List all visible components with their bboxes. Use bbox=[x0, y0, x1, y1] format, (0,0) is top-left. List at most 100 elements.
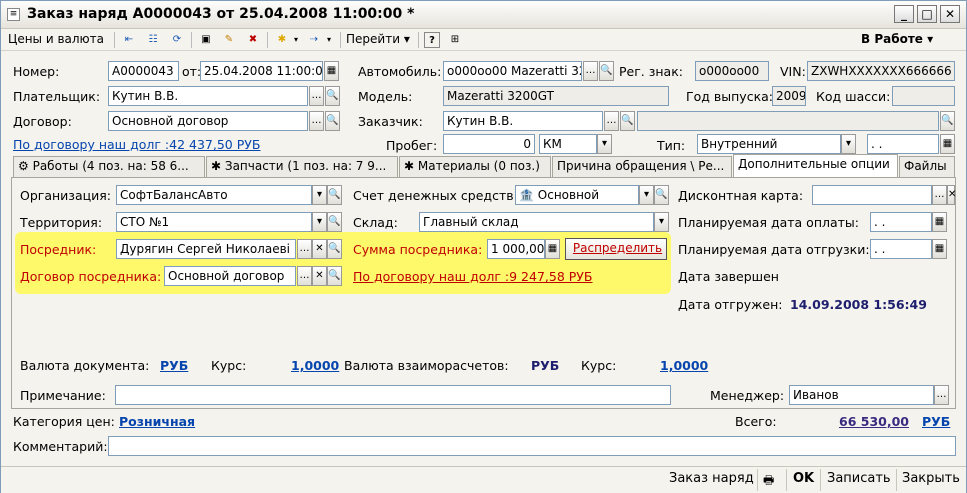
post-icon[interactable]: ✎ bbox=[221, 32, 237, 48]
help-icon[interactable]: ? bbox=[424, 32, 440, 48]
chevron-down-icon[interactable]: ▾ bbox=[841, 134, 856, 154]
search-icon[interactable]: 🔍 bbox=[654, 185, 669, 205]
calendar-icon[interactable]: ▦ bbox=[932, 212, 947, 232]
tab-reason[interactable]: Причина обращения \ Ре... bbox=[552, 156, 732, 177]
tab-materials[interactable]: ✱ Материалы (0 поз.) bbox=[399, 156, 551, 177]
type-select[interactable]: Внутренний bbox=[697, 134, 841, 154]
doc-currency-link[interactable]: РУБ bbox=[160, 358, 188, 373]
select-ellipsis-icon[interactable]: … bbox=[297, 266, 312, 286]
mediator-sum-label: Сумма посредника: bbox=[353, 242, 483, 257]
territory-field[interactable]: СТО №1 bbox=[116, 212, 312, 232]
mediator-sum-field[interactable]: 1 000,00 bbox=[487, 239, 545, 259]
based-on-icon[interactable]: ⇢ bbox=[306, 32, 322, 48]
contract-field[interactable]: Основной договор bbox=[108, 111, 308, 131]
chevron-down-icon[interactable]: ▾ bbox=[321, 32, 337, 48]
search-icon[interactable]: 🔍 bbox=[620, 111, 635, 131]
maximize-button[interactable]: □ bbox=[917, 5, 937, 23]
select-ellipsis-icon[interactable]: … bbox=[309, 86, 324, 106]
search-icon[interactable]: 🔍 bbox=[325, 86, 340, 106]
structure-icon[interactable]: ⊞ bbox=[447, 32, 463, 48]
search-icon[interactable]: 🔍 bbox=[325, 111, 340, 131]
tab-files[interactable]: Файлы bbox=[899, 156, 955, 177]
chassis-field[interactable] bbox=[892, 86, 955, 106]
search-icon[interactable]: 🔍 bbox=[327, 185, 342, 205]
distribute-button[interactable]: Распределить bbox=[565, 238, 667, 260]
discount-card-field[interactable] bbox=[812, 185, 932, 205]
price-category-link[interactable]: Розничная bbox=[119, 414, 195, 429]
close-window-button[interactable]: ✕ bbox=[940, 5, 960, 23]
tab-parts[interactable]: ✱ Запчасти (1 поз. на: 7 9... bbox=[206, 156, 398, 177]
search-icon[interactable]: 🔍 bbox=[940, 111, 955, 131]
unpost-icon[interactable]: ✖ bbox=[245, 32, 261, 48]
car-field[interactable]: о000оо00 Mazeratti 32 bbox=[443, 61, 582, 81]
search-icon[interactable]: 🔍 bbox=[599, 61, 614, 81]
cash-account-field[interactable]: 🏦 Основной bbox=[515, 185, 639, 205]
mileage-unit-select[interactable]: КМ bbox=[539, 134, 597, 154]
select-ellipsis-icon[interactable]: … bbox=[583, 61, 598, 81]
pay-date-field[interactable]: . . bbox=[870, 212, 932, 232]
select-ellipsis-icon[interactable]: … bbox=[604, 111, 619, 131]
calendar-icon[interactable]: ▦ bbox=[932, 239, 947, 259]
select-ellipsis-icon[interactable]: … bbox=[932, 185, 947, 205]
rate-link[interactable]: 1,0000 bbox=[291, 358, 339, 373]
comment-field[interactable] bbox=[108, 436, 956, 456]
payer-field[interactable]: Кутин В.В. bbox=[108, 86, 308, 106]
refresh-icon[interactable]: ⟳ bbox=[169, 32, 185, 48]
mediator-contract-field[interactable]: Основной договор bbox=[164, 266, 296, 286]
org-field[interactable]: СофтБалансАвто bbox=[116, 185, 312, 205]
print-icon[interactable]: 🖶 bbox=[763, 471, 774, 492]
mediator-field[interactable]: Дурягин Сергей Николаеві bbox=[116, 239, 296, 259]
clear-icon[interactable]: ✕ bbox=[312, 239, 327, 259]
total-value[interactable]: 66 530,00 bbox=[839, 414, 909, 429]
ok-button[interactable]: OK bbox=[793, 471, 814, 486]
date-field[interactable]: 25.04.2008 11:00:00 bbox=[200, 61, 323, 81]
total-currency-link[interactable]: РУБ bbox=[922, 414, 950, 429]
back-arrow-icon[interactable]: ⇤ bbox=[121, 32, 137, 48]
shipped-label: Дата отгружен: bbox=[678, 297, 783, 312]
save-icon[interactable]: ▣ bbox=[198, 32, 214, 48]
mediator-debt-link[interactable]: По договору наш долг :9 247,58 РУБ bbox=[353, 269, 593, 284]
model-field[interactable]: Mazeratti 3200GT bbox=[443, 86, 669, 106]
close-button[interactable]: Закрыть bbox=[902, 471, 960, 486]
select-ellipsis-icon[interactable]: … bbox=[934, 385, 949, 405]
prices-currency-button[interactable]: Цены и валюта bbox=[8, 32, 104, 46]
search-icon[interactable]: 🔍 bbox=[327, 239, 342, 259]
search-icon[interactable]: 🔍 bbox=[327, 266, 342, 286]
chevron-down-icon[interactable]: ▾ bbox=[654, 212, 669, 232]
type-date-field[interactable]: . . bbox=[867, 134, 939, 154]
status-menu[interactable]: В Работе ▾ bbox=[861, 32, 933, 46]
note-field[interactable] bbox=[115, 385, 671, 405]
print-order-button[interactable]: Заказ наряд bbox=[669, 471, 754, 486]
chevron-down-icon[interactable]: ▾ bbox=[288, 32, 304, 48]
debt-link[interactable]: По договору наш долг :42 437,50 РУБ bbox=[13, 137, 260, 152]
calendar-icon[interactable]: ▦ bbox=[940, 134, 955, 154]
number-field[interactable]: А0000043 bbox=[108, 61, 179, 81]
customer-field[interactable]: Кутин В.В. bbox=[443, 111, 603, 131]
chevron-down-icon[interactable]: ▾ bbox=[639, 185, 654, 205]
chevron-down-icon[interactable]: ▾ bbox=[312, 212, 327, 232]
warehouse-select[interactable]: Главный склад bbox=[419, 212, 654, 232]
rate2-link[interactable]: 1,0000 bbox=[660, 358, 708, 373]
document-list-icon[interactable]: ☷ bbox=[145, 32, 161, 48]
calculator-icon[interactable]: ▦ bbox=[545, 239, 560, 259]
chevron-down-icon[interactable]: ▾ bbox=[312, 185, 327, 205]
mileage-field[interactable]: 0 bbox=[443, 134, 535, 154]
clear-icon[interactable]: ✕ bbox=[312, 266, 327, 286]
year-field[interactable]: 2009 bbox=[772, 86, 806, 106]
vin-field[interactable]: ZXWHXXXXXXX666666 bbox=[807, 61, 955, 81]
customer-extra-field[interactable] bbox=[637, 111, 939, 131]
select-ellipsis-icon[interactable]: … bbox=[309, 111, 324, 131]
ship-date-field[interactable]: . . bbox=[870, 239, 932, 259]
tab-additional-options[interactable]: Дополнительные опции bbox=[733, 154, 898, 178]
minimize-button[interactable]: _ bbox=[894, 5, 914, 23]
clear-icon[interactable]: ✕ bbox=[947, 185, 956, 205]
chevron-down-icon[interactable]: ▾ bbox=[597, 134, 612, 154]
tab-works[interactable]: ⚙ Работы (4 поз. на: 58 6... bbox=[13, 156, 205, 177]
save-button[interactable]: Записать bbox=[827, 471, 891, 486]
goto-menu[interactable]: Перейти ▾ bbox=[346, 32, 410, 46]
search-icon[interactable]: 🔍 bbox=[327, 212, 342, 232]
select-ellipsis-icon[interactable]: … bbox=[297, 239, 312, 259]
calendar-icon[interactable]: ▦ bbox=[324, 61, 339, 81]
manager-field[interactable]: Иванов bbox=[789, 385, 934, 405]
reg-field[interactable]: о000оо00 bbox=[695, 61, 769, 81]
